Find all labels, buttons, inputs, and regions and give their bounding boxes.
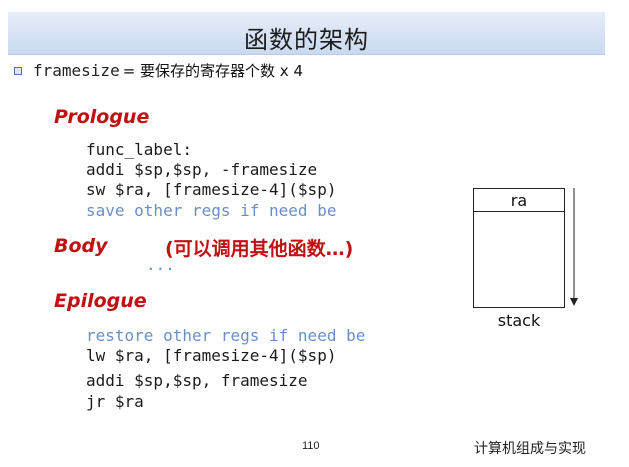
bullet-square-icon <box>14 66 22 75</box>
epilogue-line-1: restore other regs if need be <box>86 326 366 345</box>
prologue-line-3: sw $ra, [framesize-4]($sp) <box>86 180 337 199</box>
prologue-line-4: save other regs if need be <box>86 201 337 220</box>
page-title: 函数的架构 <box>244 26 369 54</box>
prologue-line-2: addi $sp,$sp, -framesize <box>86 160 318 179</box>
prologue-heading: Prologue <box>54 106 150 128</box>
epilogue-line-4: jr $ra <box>86 392 144 411</box>
page-number: 110 <box>302 440 320 452</box>
epilogue-heading: Epilogue <box>54 290 147 312</box>
body-heading: Body <box>54 235 108 257</box>
stack-ra-cell: ra <box>474 189 564 212</box>
prologue-line-1: func_label: <box>86 140 192 159</box>
stack-diagram: ra <box>473 188 565 308</box>
body-ellipsis: ... <box>146 255 175 274</box>
epilogue-line-3: addi $sp,$sp, framesize <box>86 371 308 390</box>
bullet-code: framesize <box>33 60 120 80</box>
epilogue-line-2: lw $ra, [framesize-4]($sp) <box>86 346 337 365</box>
stack-growth-arrow-icon <box>570 188 578 306</box>
framesize-bullet: framesize = 要保存的寄存器个数 x 4 <box>14 60 303 80</box>
footer-course-title: 计算机组成与实现 <box>474 441 586 457</box>
stack-caption: stack <box>497 311 541 330</box>
bullet-text: = 要保存的寄存器个数 x 4 <box>122 61 303 80</box>
body-note: (可以调用其他函数…) <box>165 238 354 260</box>
title-bar: 函数的架构 <box>8 12 605 55</box>
